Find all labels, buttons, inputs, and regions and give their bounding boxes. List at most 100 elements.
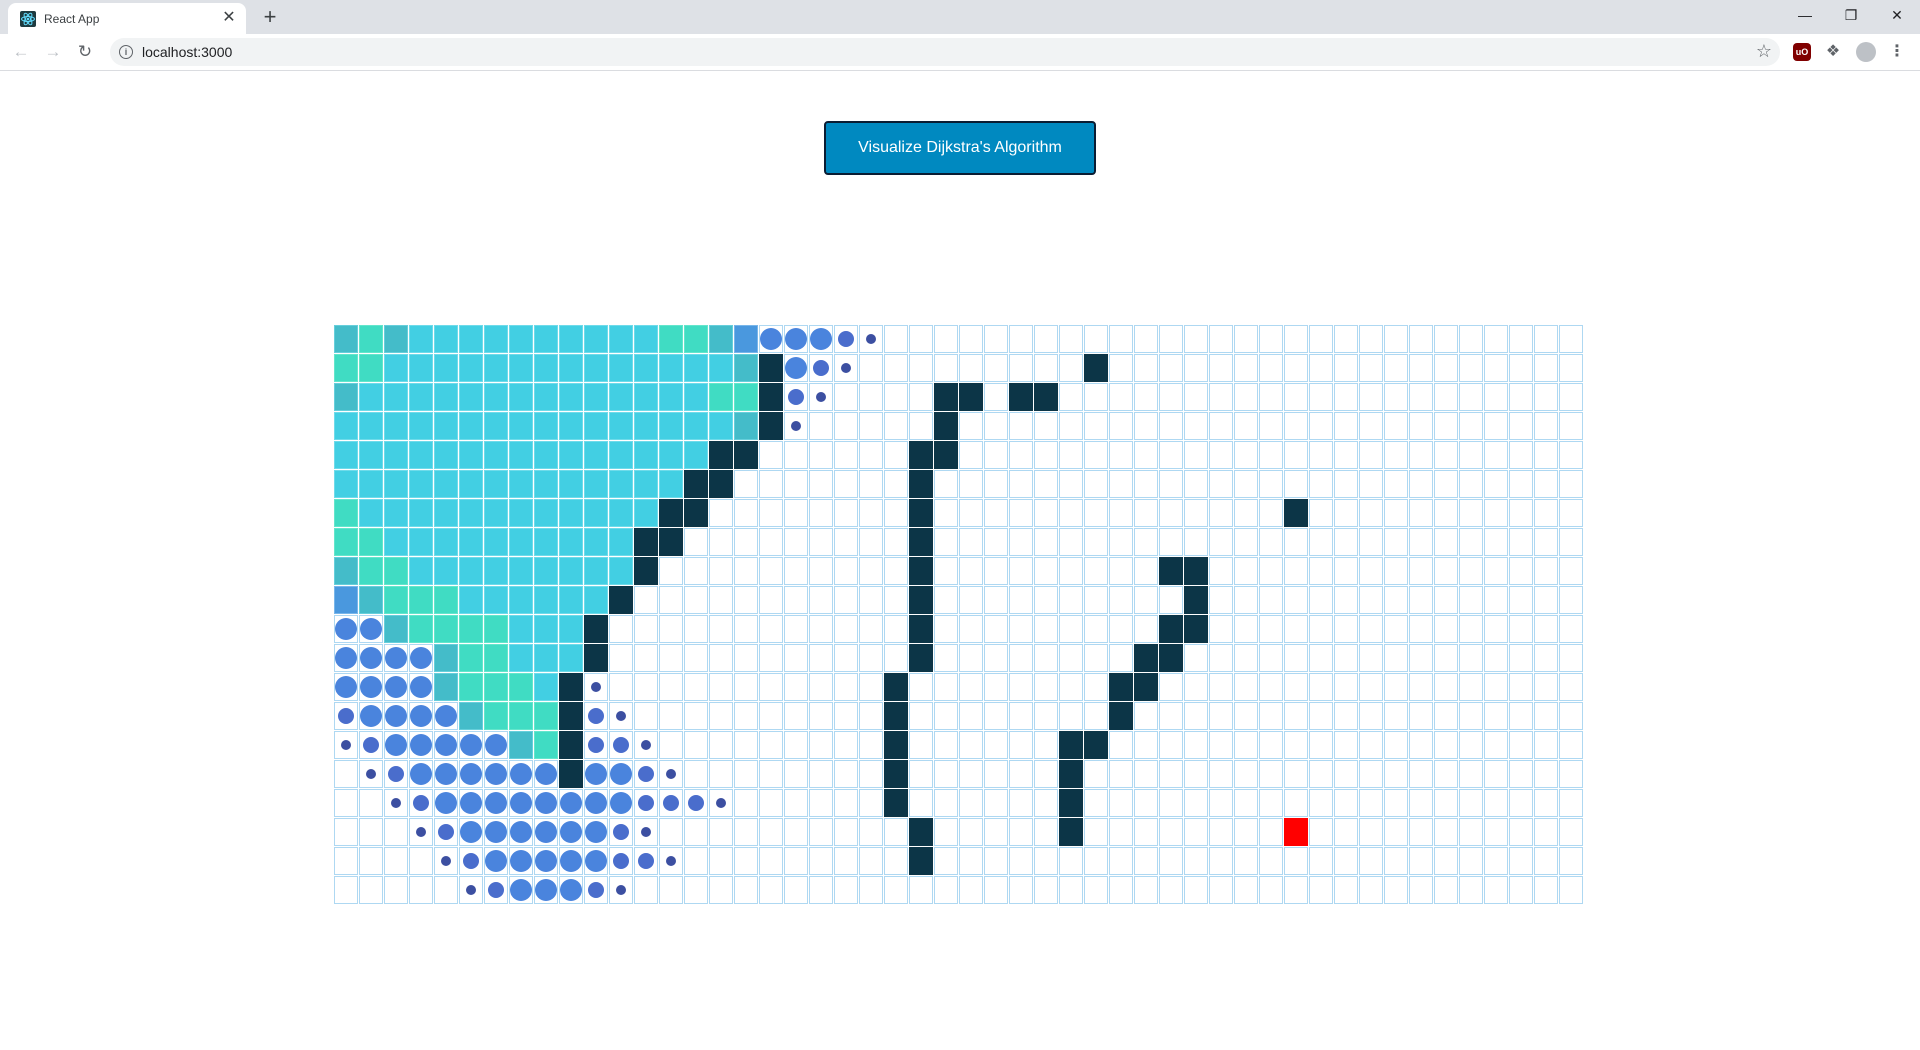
visited-node[interactable] <box>509 615 533 643</box>
grid-node[interactable] <box>909 354 933 382</box>
grid-node[interactable] <box>1009 470 1033 498</box>
grid-node[interactable] <box>1559 412 1583 440</box>
back-arrow-icon[interactable]: ← <box>10 41 32 63</box>
visited-node[interactable] <box>609 470 633 498</box>
visited-node[interactable] <box>609 789 633 817</box>
grid-node[interactable] <box>1434 818 1458 846</box>
grid-node[interactable] <box>1034 847 1058 875</box>
visited-node[interactable] <box>434 354 458 382</box>
visited-node[interactable] <box>434 615 458 643</box>
grid-node[interactable] <box>1109 412 1133 440</box>
visited-node[interactable] <box>509 789 533 817</box>
visited-node[interactable] <box>434 325 458 353</box>
wall-node[interactable] <box>1084 354 1108 382</box>
visited-node[interactable] <box>409 615 433 643</box>
grid-node[interactable] <box>934 818 958 846</box>
wall-node[interactable] <box>909 586 933 614</box>
grid-node[interactable] <box>834 383 858 411</box>
visited-node[interactable] <box>634 818 658 846</box>
visited-node[interactable] <box>709 325 733 353</box>
grid-node[interactable] <box>1259 847 1283 875</box>
grid-node[interactable] <box>1334 876 1358 904</box>
visited-node[interactable] <box>409 702 433 730</box>
browser-tab[interactable]: React App ✕ <box>8 3 246 34</box>
grid-node[interactable] <box>934 760 958 788</box>
grid-node[interactable] <box>734 673 758 701</box>
grid-node[interactable] <box>934 325 958 353</box>
visited-node[interactable] <box>584 731 608 759</box>
grid-node[interactable] <box>959 470 983 498</box>
grid-node[interactable] <box>1184 354 1208 382</box>
wall-node[interactable] <box>1059 731 1083 759</box>
grid-node[interactable] <box>1309 354 1333 382</box>
grid-node[interactable] <box>934 847 958 875</box>
grid-node[interactable] <box>1384 325 1408 353</box>
grid-node[interactable] <box>784 441 808 469</box>
visited-node[interactable] <box>609 499 633 527</box>
visited-node[interactable] <box>709 354 733 382</box>
grid-node[interactable] <box>1484 412 1508 440</box>
grid-node[interactable] <box>1359 557 1383 585</box>
grid-node[interactable] <box>959 673 983 701</box>
grid-node[interactable] <box>1334 383 1358 411</box>
visited-node[interactable] <box>484 325 508 353</box>
grid-node[interactable] <box>709 644 733 672</box>
grid-node[interactable] <box>1209 760 1233 788</box>
wall-node[interactable] <box>1034 383 1058 411</box>
grid-node[interactable] <box>1509 847 1533 875</box>
grid-node[interactable] <box>1309 586 1333 614</box>
grid-node[interactable] <box>1034 644 1058 672</box>
visited-node[interactable] <box>409 818 433 846</box>
ublock-icon[interactable]: uO <box>1793 43 1811 61</box>
visited-node[interactable] <box>409 673 433 701</box>
grid-node[interactable] <box>759 702 783 730</box>
grid-node[interactable] <box>1259 876 1283 904</box>
visited-node[interactable] <box>434 470 458 498</box>
grid-node[interactable] <box>1559 673 1583 701</box>
grid-node[interactable] <box>1184 876 1208 904</box>
wall-node[interactable] <box>1134 673 1158 701</box>
wall-node[interactable] <box>934 383 958 411</box>
grid-node[interactable] <box>984 876 1008 904</box>
grid-node[interactable] <box>1459 847 1483 875</box>
grid-node[interactable] <box>359 876 383 904</box>
grid-node[interactable] <box>809 528 833 556</box>
grid-node[interactable] <box>1034 702 1058 730</box>
grid-node[interactable] <box>1284 557 1308 585</box>
grid-node[interactable] <box>1384 789 1408 817</box>
wall-node[interactable] <box>909 441 933 469</box>
grid-node[interactable] <box>1509 673 1533 701</box>
grid-node[interactable] <box>1159 383 1183 411</box>
wall-node[interactable] <box>684 499 708 527</box>
grid-node[interactable] <box>1509 441 1533 469</box>
wall-node[interactable] <box>584 615 608 643</box>
grid-node[interactable] <box>1409 847 1433 875</box>
grid-node[interactable] <box>1209 847 1233 875</box>
grid-node[interactable] <box>1284 528 1308 556</box>
grid-node[interactable] <box>1484 818 1508 846</box>
grid-node[interactable] <box>1509 615 1533 643</box>
grid-node[interactable] <box>1459 818 1483 846</box>
grid-node[interactable] <box>859 644 883 672</box>
visited-node[interactable] <box>584 557 608 585</box>
visited-node[interactable] <box>659 760 683 788</box>
grid-node[interactable] <box>1384 760 1408 788</box>
grid-node[interactable] <box>784 644 808 672</box>
grid-node[interactable] <box>1084 557 1108 585</box>
wall-node[interactable] <box>1159 644 1183 672</box>
wall-node[interactable] <box>659 499 683 527</box>
grid-node[interactable] <box>1184 702 1208 730</box>
visited-node[interactable] <box>409 499 433 527</box>
grid-node[interactable] <box>1134 731 1158 759</box>
visited-node[interactable] <box>584 586 608 614</box>
grid-node[interactable] <box>1259 702 1283 730</box>
grid-node[interactable] <box>634 702 658 730</box>
grid-node[interactable] <box>884 354 908 382</box>
grid-node[interactable] <box>1209 412 1233 440</box>
grid-node[interactable] <box>1459 354 1483 382</box>
grid-node[interactable] <box>834 586 858 614</box>
visited-node[interactable] <box>559 499 583 527</box>
profile-icon[interactable] <box>1856 42 1876 62</box>
grid-node[interactable] <box>1234 354 1258 382</box>
grid-node[interactable] <box>984 673 1008 701</box>
